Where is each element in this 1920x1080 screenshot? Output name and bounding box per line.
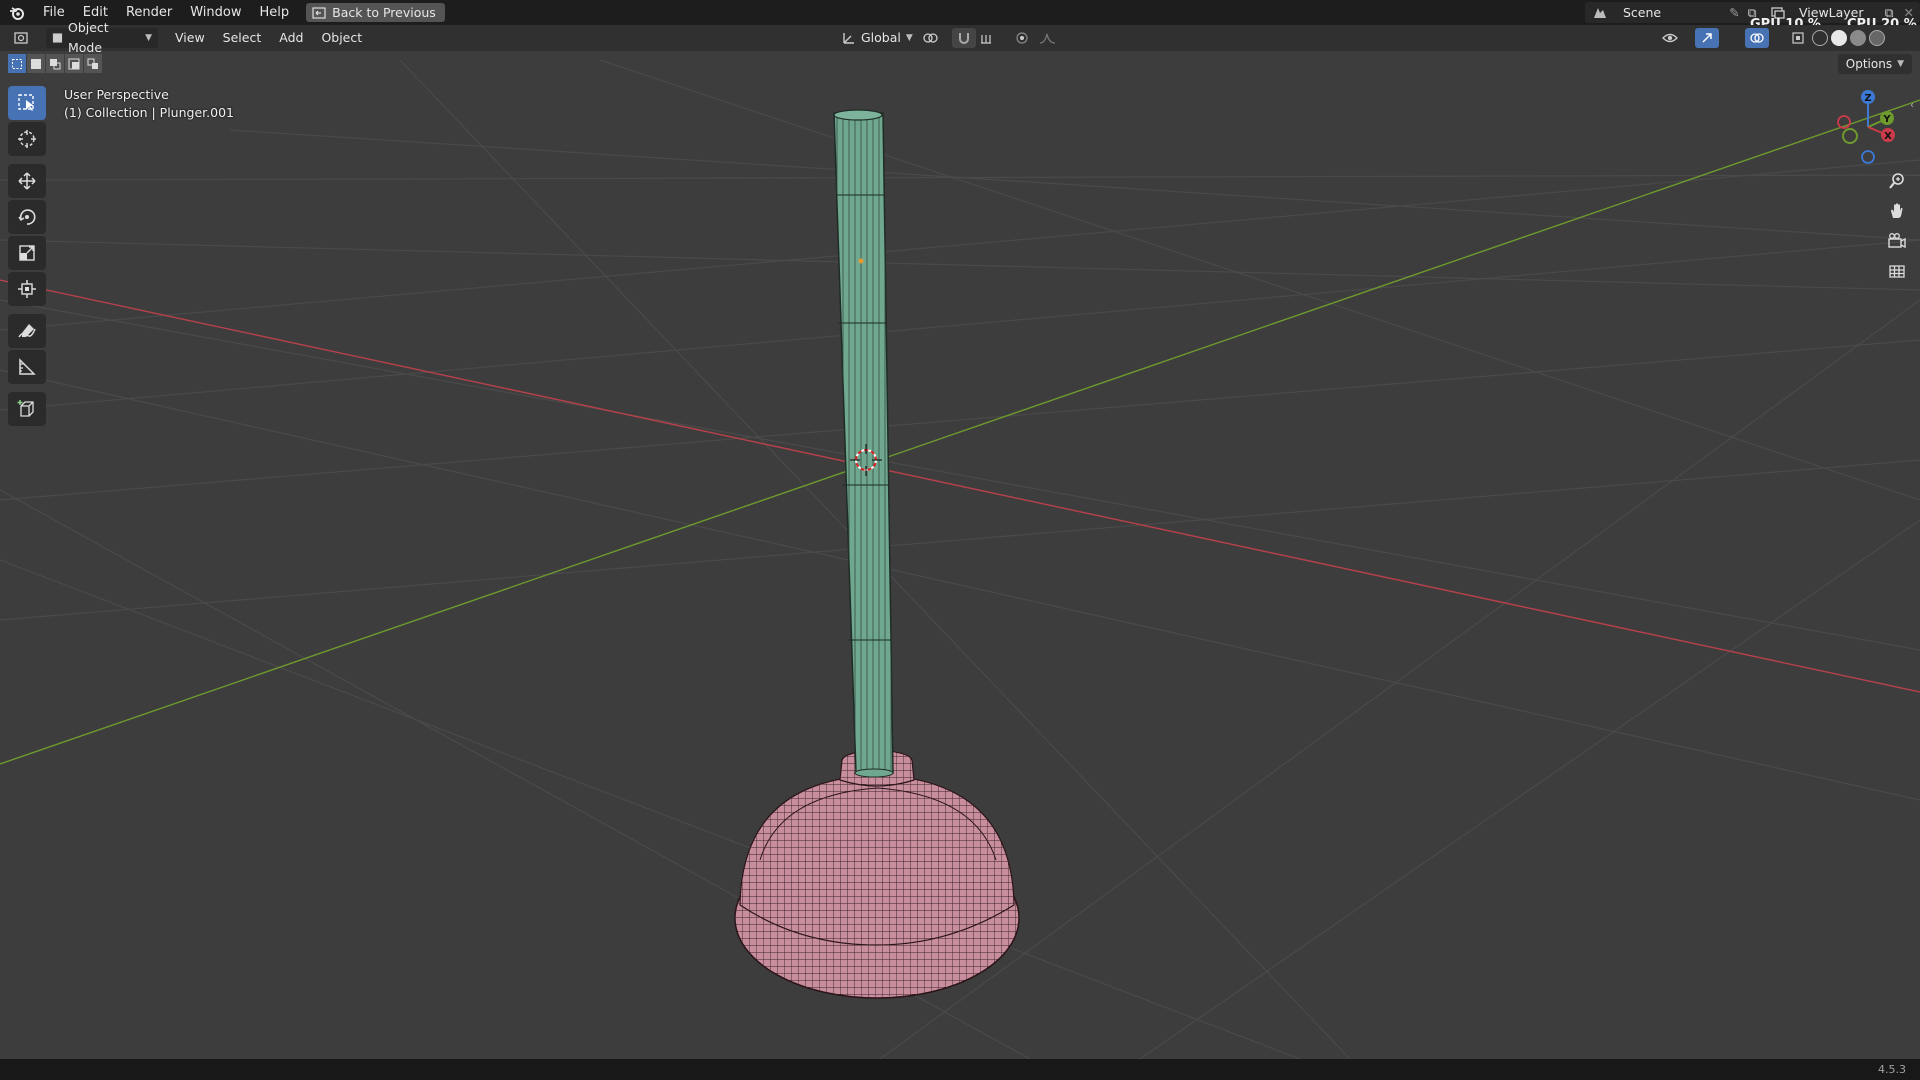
material-shading-icon[interactable] bbox=[1850, 30, 1866, 46]
neg-z-handle[interactable] bbox=[1861, 150, 1875, 164]
menu-window[interactable]: Window bbox=[181, 0, 250, 25]
pan-hand-icon[interactable] bbox=[1882, 198, 1912, 224]
menu-view[interactable]: View bbox=[166, 27, 214, 49]
select-extend-icon[interactable] bbox=[27, 54, 45, 73]
scene-name: Scene bbox=[1623, 5, 1662, 20]
zoom-icon[interactable] bbox=[1882, 168, 1912, 194]
cursor-icon[interactable] bbox=[8, 122, 46, 156]
navigation-gizmo[interactable]: Z Y X bbox=[1830, 85, 1910, 165]
shading-mode-group bbox=[1812, 30, 1885, 46]
add-cube-icon[interactable] bbox=[8, 392, 46, 426]
scale-icon[interactable] bbox=[8, 236, 46, 270]
select-subtract-icon[interactable] bbox=[46, 54, 64, 73]
editor-type-icon[interactable] bbox=[8, 28, 38, 48]
back-to-previous-button[interactable]: Back to Previous bbox=[306, 3, 445, 22]
select-set-icon[interactable] bbox=[8, 54, 26, 73]
chevron-down-icon: ▼ bbox=[145, 33, 152, 43]
tool-shelf bbox=[8, 86, 46, 426]
y-axis-label: Y bbox=[1882, 114, 1891, 125]
chevron-down-icon: ▼ bbox=[905, 33, 913, 43]
snap-target-icon[interactable] bbox=[976, 28, 1000, 48]
overlays-toggle-icon[interactable] bbox=[1745, 28, 1769, 48]
orientation-dropdown[interactable]: Global ▼ bbox=[836, 28, 919, 48]
options-label: Options bbox=[1845, 57, 1893, 71]
annotate-icon[interactable] bbox=[8, 314, 46, 348]
transform-icon[interactable] bbox=[8, 272, 46, 306]
3d-viewport[interactable] bbox=[0, 51, 1920, 1059]
move-icon[interactable] bbox=[8, 164, 46, 198]
solid-shading-icon[interactable] bbox=[1831, 30, 1847, 46]
y-axis-line bbox=[0, 99, 1920, 765]
plunger-handle bbox=[833, 109, 894, 778]
viewport-info: User Perspective (1) Collection | Plunge… bbox=[64, 86, 234, 122]
select-box-icon[interactable] bbox=[8, 86, 46, 120]
viewport-header: Object Mode ▼ View Select Add Object Glo… bbox=[0, 20, 1920, 55]
mode-dropdown[interactable]: Object Mode ▼ bbox=[46, 20, 158, 55]
proportional-editing-icon[interactable] bbox=[1010, 28, 1034, 48]
grid-icon[interactable] bbox=[1882, 258, 1912, 284]
menu-add[interactable]: Add bbox=[270, 27, 312, 49]
collection-label: (1) Collection | Plunger.001 bbox=[64, 105, 234, 120]
back-to-previous-label: Back to Previous bbox=[332, 5, 436, 20]
snap-toggle-icon[interactable] bbox=[952, 28, 976, 48]
gizmo-toggle-icon[interactable] bbox=[1695, 28, 1719, 48]
version-label: 4.5.3 bbox=[1878, 1063, 1906, 1076]
camera-icon[interactable] bbox=[1882, 228, 1912, 254]
falloff-icon[interactable] bbox=[1036, 28, 1060, 48]
pin-icon[interactable]: ✎ bbox=[1729, 5, 1739, 20]
blender-logo-icon[interactable] bbox=[0, 0, 34, 25]
back-icon bbox=[312, 6, 326, 19]
menu-object[interactable]: Object bbox=[312, 27, 371, 49]
orientation-icon bbox=[843, 33, 854, 44]
collapse-sidebar-icon[interactable]: ‹ bbox=[1910, 100, 1914, 111]
orientation-label: Global bbox=[861, 30, 901, 45]
select-intersect-icon[interactable] bbox=[84, 54, 102, 73]
menu-help[interactable]: Help bbox=[251, 0, 299, 25]
pivot-point-icon[interactable] bbox=[920, 28, 944, 48]
menu-select[interactable]: Select bbox=[214, 27, 271, 49]
options-dropdown[interactable]: Options ▼ bbox=[1837, 54, 1912, 74]
status-bar: 4.5.3 bbox=[0, 1059, 1920, 1080]
selection-mode-group bbox=[8, 54, 102, 73]
x-axis-label: X bbox=[1884, 131, 1892, 142]
select-invert-icon[interactable] bbox=[65, 54, 83, 73]
viewport-navigation bbox=[1882, 168, 1912, 284]
plunger-cup bbox=[734, 749, 1020, 999]
perspective-label: User Perspective bbox=[64, 87, 169, 102]
scene-icon bbox=[1585, 6, 1615, 20]
neg-x-handle[interactable] bbox=[1837, 115, 1851, 129]
visibility-icon[interactable] bbox=[1660, 28, 1684, 48]
chevron-down-icon: ▼ bbox=[1897, 59, 1904, 69]
object-mode-icon bbox=[52, 33, 63, 43]
z-axis-label: Z bbox=[1864, 93, 1871, 104]
object-origin bbox=[858, 258, 864, 264]
rotate-icon[interactable] bbox=[8, 200, 46, 234]
xray-toggle-icon[interactable] bbox=[1786, 28, 1810, 48]
measure-icon[interactable] bbox=[8, 350, 46, 384]
wireframe-shading-icon[interactable] bbox=[1812, 30, 1828, 46]
rendered-shading-icon[interactable] bbox=[1869, 30, 1885, 46]
x-axis-line bbox=[0, 279, 1920, 693]
neg-y-handle[interactable] bbox=[1842, 128, 1858, 144]
